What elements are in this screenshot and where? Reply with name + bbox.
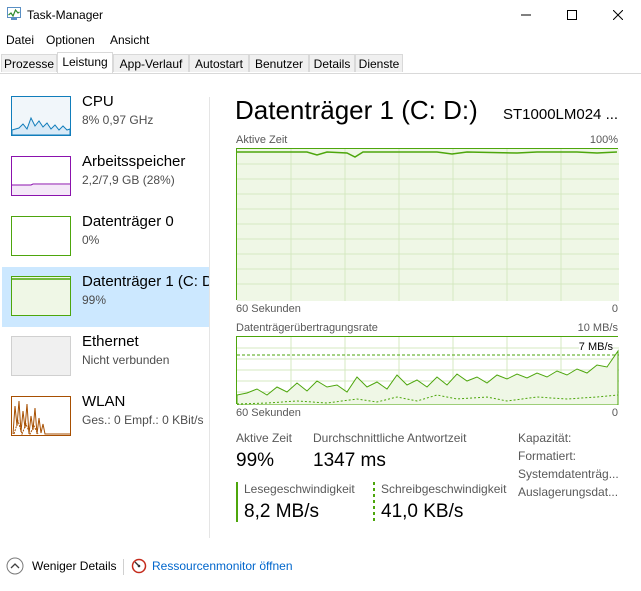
minimize-button[interactable]	[503, 0, 549, 30]
transfer-rate-graph-plot	[237, 337, 619, 405]
sidebar-item-wlan[interactable]: WLAN Ges.: 0 Empf.: 0 KBit/s	[2, 387, 209, 447]
tab-prozesse[interactable]: Prozesse	[1, 54, 57, 72]
window-title: Task-Manager	[27, 8, 104, 22]
task-manager-icon	[7, 7, 21, 20]
page-title: Datenträger 1 (C: D:)	[235, 95, 478, 125]
tab-strip: Prozesse Leistung App-Verlauf Autostart …	[0, 52, 641, 74]
close-icon	[613, 10, 623, 20]
tab-autostart[interactable]: Autostart	[189, 54, 249, 72]
read-speed-label: Lesegeschwindigkeit	[244, 482, 355, 496]
active-time-graph	[236, 148, 619, 301]
write-speed-indicator	[373, 482, 375, 522]
ethernet-thumbnail-graph	[11, 336, 71, 376]
transfer-rate-graph: 7 MB/s	[236, 336, 619, 405]
active-time-graph-min: 0	[611, 303, 618, 315]
sidebar-item-cpu[interactable]: CPU 8% 0,97 GHz	[2, 87, 209, 147]
page-file-label: Auslagerungsdat...	[518, 485, 619, 499]
transfer-rate-graph-min: 0	[611, 407, 618, 419]
sidebar-item-label: Datenträger 0	[82, 213, 174, 230]
sidebar-item-disk-0[interactable]: Datenträger 0 0%	[2, 207, 209, 267]
tab-leistung[interactable]: Leistung	[57, 52, 113, 73]
title-bar: Task-Manager	[0, 0, 641, 30]
active-time-graph-duration: 60 Sekunden	[236, 303, 301, 315]
sidebar-item-value: 99%	[82, 293, 107, 307]
sidebar-item-label: Ethernet	[82, 333, 139, 350]
wlan-recv-value: 0 KBit/s	[162, 413, 204, 427]
active-time-graph-plot	[237, 149, 619, 301]
tab-dienste[interactable]: Dienste	[355, 54, 403, 72]
cpu-thumbnail-graph	[11, 96, 71, 136]
read-speed-indicator	[236, 482, 238, 522]
wlan-thumbnail-graph	[11, 396, 71, 436]
sidebar-item-value: 2,2/7,9 GB (28%)	[82, 173, 175, 187]
minimize-icon	[521, 14, 531, 16]
capacity-label: Kapazität:	[518, 431, 572, 445]
sidebar-item-label: Arbeitsspeicher	[82, 153, 186, 170]
resource-monitor-link[interactable]: Ressourcenmonitor öffnen	[152, 559, 293, 573]
sidebar-item-label: WLAN	[82, 393, 126, 410]
read-speed-value: 8,2 MB/s	[244, 501, 319, 522]
tab-benutzer[interactable]: Benutzer	[249, 54, 309, 72]
tab-details[interactable]: Details	[309, 54, 355, 72]
active-time-value: 99%	[236, 450, 275, 471]
sidebar-item-value: 0%	[82, 233, 100, 247]
sidebar-item-label: Datenträger 1 (C: D:)	[82, 273, 210, 290]
disk-0-thumbnail-graph	[11, 216, 71, 256]
transfer-rate-scale-label: 7 MB/s	[578, 341, 613, 353]
maximize-button[interactable]	[549, 0, 595, 30]
maximize-icon	[567, 10, 577, 20]
sidebar-item-value: Nicht verbunden	[82, 353, 170, 367]
active-time-label: Aktive Zeit	[236, 431, 293, 445]
menu-ansicht[interactable]: Ansicht	[110, 33, 149, 47]
tab-app-verlauf[interactable]: App-Verlauf	[113, 54, 189, 72]
transfer-rate-graph-max: 10 MB/s	[577, 322, 618, 334]
transfer-rate-graph-duration: 60 Sekunden	[236, 407, 301, 419]
wlan-send-label: Ges.:	[82, 413, 111, 427]
wlan-throughput: Ges.: 0 Empf.: 0 KBit/s	[82, 413, 203, 427]
memory-thumbnail-graph	[11, 156, 71, 196]
sidebar-item-ethernet[interactable]: Ethernet Nicht verbunden	[2, 327, 209, 387]
response-time-label: Durchschnittliche Antwortzeit	[313, 431, 467, 445]
wlan-recv-label: Empf.:	[124, 413, 159, 427]
write-speed-value: 41,0 KB/s	[381, 501, 464, 522]
write-speed-label: Schreibgeschwindigkeit	[381, 482, 507, 496]
footer-divider	[123, 559, 124, 575]
active-time-graph-max: 100%	[589, 134, 618, 146]
sidebar-item-memory[interactable]: Arbeitsspeicher 2,2/7,9 GB (28%)	[2, 147, 209, 207]
menu-datei[interactable]: Datei	[6, 33, 34, 47]
system-disk-label: Systemdatenträg...	[518, 467, 619, 481]
resource-monitor-icon	[131, 558, 147, 574]
wlan-send-value: 0	[114, 413, 121, 427]
sidebar-divider	[209, 97, 210, 538]
disk-model: ST1000LM024 ...	[503, 106, 619, 123]
sidebar-item-disk-1[interactable]: Datenträger 1 (C: D:) 99%	[2, 267, 210, 327]
collapse-details-icon[interactable]	[6, 557, 24, 575]
disk-1-thumbnail-graph	[11, 276, 71, 316]
fewer-details-link[interactable]: Weniger Details	[32, 559, 116, 573]
transfer-rate-graph-label: Datenträgerübertragungsrate	[236, 322, 378, 334]
sidebar-item-value: 8% 0,97 GHz	[82, 113, 154, 127]
formatted-label: Formatiert:	[518, 449, 577, 463]
active-time-graph-label: Aktive Zeit	[236, 134, 288, 146]
menu-optionen[interactable]: Optionen	[46, 33, 95, 47]
close-button[interactable]	[595, 0, 641, 30]
response-time-value: 1347 ms	[313, 450, 386, 471]
sidebar-item-label: CPU	[82, 93, 114, 110]
